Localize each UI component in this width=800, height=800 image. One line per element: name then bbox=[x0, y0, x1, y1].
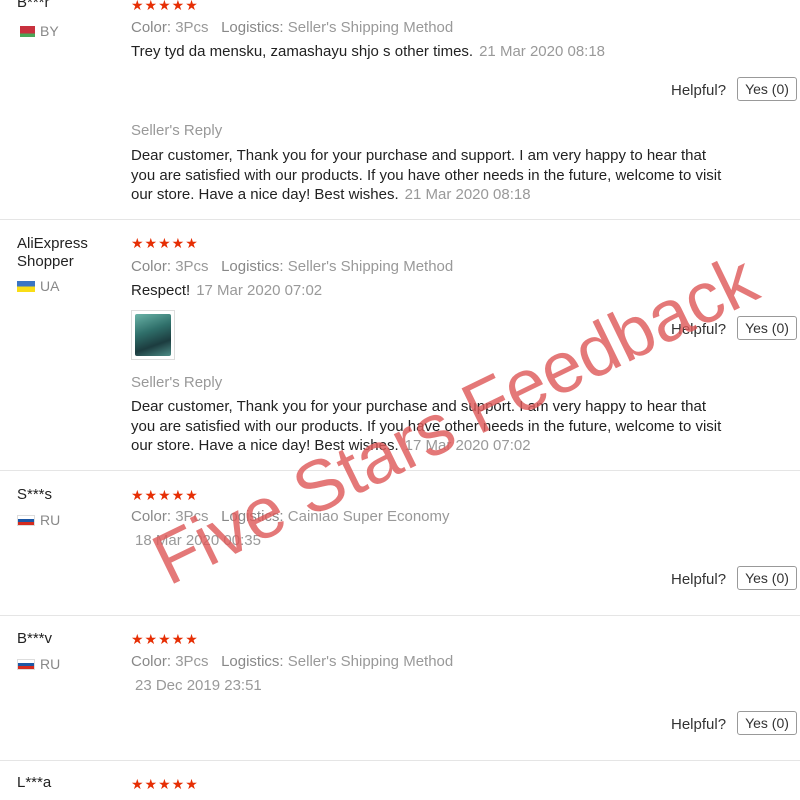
helpful-label: Helpful? bbox=[671, 571, 727, 588]
helpful-yes-button[interactable]: Yes (0) bbox=[737, 566, 797, 590]
reviewer-name: L***a bbox=[17, 774, 52, 791]
reviewer-name: S***s bbox=[17, 486, 53, 503]
color-value: 3Pcs bbox=[175, 653, 209, 670]
logistics-value: Seller's Shipping Method bbox=[287, 258, 454, 275]
country-code: RU bbox=[40, 512, 61, 528]
logistics-label: Logistics: bbox=[221, 508, 284, 525]
color-label: Color: bbox=[131, 19, 172, 36]
logistics-label: Logistics: bbox=[221, 19, 284, 36]
review-date: 18 Mar 2020 00:35 bbox=[135, 532, 261, 549]
review-divider bbox=[0, 219, 800, 220]
reply-date: 17 Mar 2020 07:02 bbox=[404, 437, 531, 454]
country-code: UA bbox=[40, 278, 60, 294]
reviewer-name: B***v bbox=[17, 630, 53, 647]
reviewer-country: RU bbox=[17, 656, 60, 672]
seller-reply-title: Seller's Reply bbox=[131, 374, 223, 391]
review-divider bbox=[0, 760, 800, 761]
seller-reply-text: Dear customer, Thank you for your purcha… bbox=[131, 397, 751, 456]
reviewer-country: RU bbox=[17, 512, 60, 528]
order-info: Color: 3Pcs Logistics: Cainiao Super Eco… bbox=[131, 508, 450, 525]
review-divider bbox=[0, 615, 800, 616]
helpful-label: Helpful? bbox=[671, 82, 727, 99]
reviewer-name: AliExpress Shopper bbox=[17, 235, 88, 270]
review-text: Trey tyd da mensku, zamashayu shjo s oth… bbox=[131, 43, 474, 60]
country-code: BY bbox=[40, 23, 59, 39]
star-rating: ★★★★★ bbox=[131, 0, 199, 13]
logistics-value: Seller's Shipping Method bbox=[287, 19, 454, 36]
reply-line: you are satisfied with our products. If … bbox=[131, 166, 722, 184]
helpful-label: Helpful? bbox=[671, 321, 727, 338]
review-date: 17 Mar 2020 07:02 bbox=[196, 282, 323, 299]
reply-line: our store. Have a nice day! Best wishes.… bbox=[131, 437, 531, 454]
reply-line: Dear customer, Thank you for your purcha… bbox=[131, 398, 707, 415]
phone-case-image bbox=[135, 314, 171, 356]
seller-reply-title: Seller's Reply bbox=[131, 122, 223, 139]
review-divider bbox=[0, 470, 800, 471]
reviewer-country: UA bbox=[17, 278, 59, 294]
logistics-label: Logistics: bbox=[221, 258, 284, 275]
order-info: Color: 3Pcs Logistics: Seller's Shipping… bbox=[131, 258, 453, 275]
star-rating: ★★★★★ bbox=[131, 235, 199, 251]
color-label: Color: bbox=[131, 653, 172, 670]
helpful-yes-button[interactable]: Yes (0) bbox=[737, 316, 797, 340]
color-value: 3Pcs bbox=[175, 508, 209, 525]
reply-line: our store. Have a nice day! Best wishes.… bbox=[131, 186, 531, 203]
reply-date: 21 Mar 2020 08:18 bbox=[404, 186, 531, 203]
review-date: 21 Mar 2020 08:18 bbox=[479, 43, 606, 60]
logistics-label: Logistics: bbox=[221, 653, 284, 670]
order-info: Color: 3Pcs Logistics: Seller's Shipping… bbox=[131, 653, 453, 670]
review-date: 23 Dec 2019 23:51 bbox=[135, 677, 262, 694]
helpful-yes-button[interactable]: Yes (0) bbox=[737, 77, 797, 101]
logistics-value: Seller's Shipping Method bbox=[287, 653, 454, 670]
color-value: 3Pcs bbox=[175, 258, 209, 275]
ukraine-flag-icon bbox=[17, 280, 35, 292]
order-info: Color: 3Pcs Logistics: Seller's Shipping… bbox=[131, 19, 453, 36]
review-text-line: Respect! 17 Mar 2020 07:02 bbox=[131, 282, 322, 299]
country-code: RU bbox=[40, 656, 61, 672]
color-label: Color: bbox=[131, 258, 172, 275]
belarus-flag-icon bbox=[17, 25, 35, 37]
star-rating: ★★★★★ bbox=[131, 487, 199, 503]
color-value: 3Pcs bbox=[175, 19, 209, 36]
reviewer-country: BY bbox=[17, 23, 59, 39]
star-rating: ★★★★★ bbox=[131, 776, 199, 792]
color-label: Color: bbox=[131, 508, 172, 525]
seller-reply-text: Dear customer, Thank you for your purcha… bbox=[131, 146, 751, 205]
russia-flag-icon bbox=[17, 514, 35, 526]
review-text-line: Trey tyd da mensku, zamashayu shjo s oth… bbox=[131, 43, 605, 60]
reply-line: Dear customer, Thank you for your purcha… bbox=[131, 147, 707, 164]
helpful-label: Helpful? bbox=[671, 716, 727, 733]
review-text: Respect! bbox=[131, 282, 191, 299]
reviewer-name: B***r bbox=[17, 0, 50, 11]
helpful-yes-button[interactable]: Yes (0) bbox=[737, 711, 797, 735]
star-rating: ★★★★★ bbox=[131, 631, 199, 647]
russia-flag-icon bbox=[17, 658, 35, 670]
reply-line: you are satisfied with our products. If … bbox=[131, 417, 722, 435]
review-photo-thumbnail[interactable] bbox=[131, 310, 175, 360]
logistics-value: Cainiao Super Economy bbox=[287, 508, 450, 525]
